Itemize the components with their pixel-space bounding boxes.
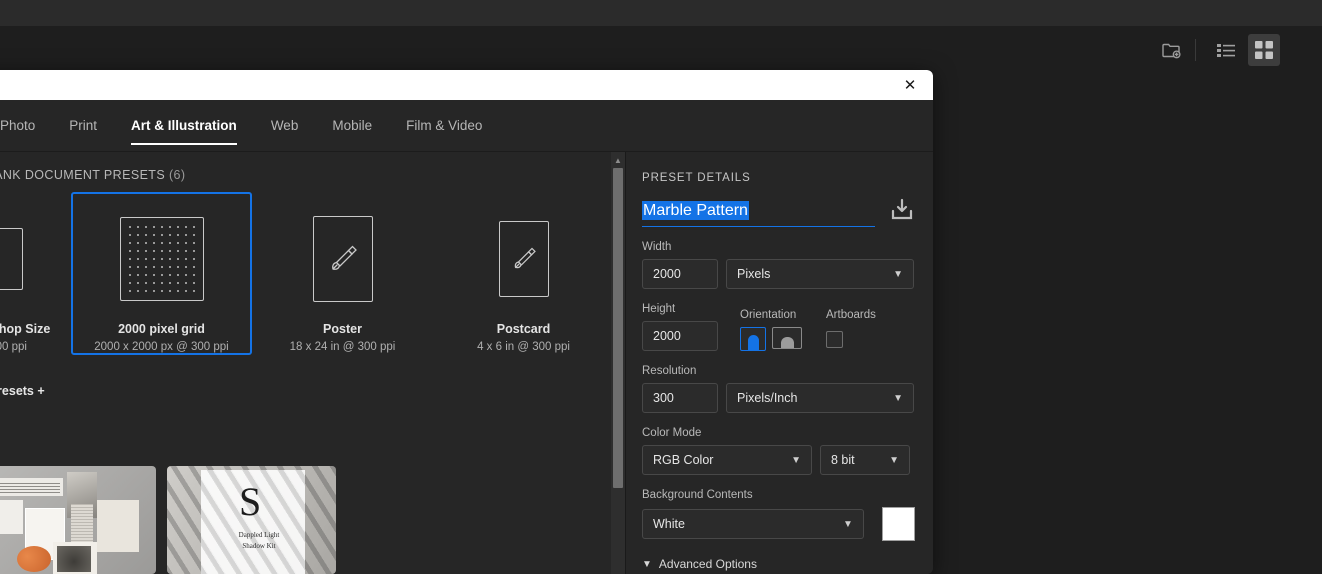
preset-card-default-photoshop-size[interactable]: Default Photoshop Size 7 x 5 in @ 300 pp… <box>0 192 71 355</box>
save-preset-icon[interactable] <box>889 198 915 224</box>
preset-card-2000-pixel-grid[interactable]: 2000 pixel grid 2000 x 2000 px @ 300 ppi <box>71 192 252 355</box>
background-contents-value: White <box>653 517 685 531</box>
app-title-bar <box>0 0 1322 26</box>
resolution-input[interactable] <box>642 383 718 413</box>
new-document-dialog: ✕ Photo Print Art & Illustration Web Mob… <box>0 70 933 574</box>
dialog-content: BLANK DOCUMENT PRESETS (6) <box>0 152 933 574</box>
template-thumbnail-4[interactable]: S Dappled Light Shadow Kit <box>167 466 336 574</box>
preset-name: 2000 pixel grid <box>118 322 205 336</box>
background-color-swatch[interactable] <box>882 507 915 541</box>
tab-print[interactable]: Print <box>69 100 97 152</box>
toolbar-divider <box>1195 39 1196 61</box>
preset-name-input[interactable]: Marble Pattern <box>642 201 749 220</box>
preset-spec: 18 x 24 in @ 300 ppi <box>290 341 396 353</box>
paintbrush-icon <box>482 208 566 310</box>
tab-art-illustration[interactable]: Art & Illustration <box>131 100 237 152</box>
color-mode-select[interactable]: RGB Color ▼ <box>642 445 812 475</box>
height-input[interactable] <box>642 321 718 351</box>
width-unit-select[interactable]: Pixels ▼ <box>726 259 914 289</box>
width-label: Width <box>642 241 915 253</box>
preset-name: Default Photoshop Size <box>0 322 50 336</box>
list-view-icon[interactable] <box>1210 34 1242 66</box>
width-input[interactable] <box>642 259 718 289</box>
resolution-group: Resolution Pixels/Inch ▼ <box>642 365 915 413</box>
document-icon <box>0 208 23 310</box>
preset-details-pane: PRESET DETAILS Marble Pattern Width <box>625 152 933 574</box>
tab-web[interactable]: Web <box>271 100 299 152</box>
orientation-label: Orientation <box>740 309 802 321</box>
template-thumbnail-3[interactable] <box>0 466 156 574</box>
background-contents-select[interactable]: White ▼ <box>642 509 864 539</box>
scrollbar-thumb[interactable] <box>613 168 623 488</box>
grid-view-icon[interactable] <box>1248 34 1280 66</box>
resolution-unit-value: Pixels/Inch <box>737 391 797 405</box>
presets-scrollbar[interactable]: ▲ <box>611 152 625 574</box>
chevron-down-icon: ▼ <box>642 559 652 570</box>
presets-heading: BLANK DOCUMENT PRESETS (6) <box>0 168 185 182</box>
artboards-label: Artboards <box>826 309 876 321</box>
screen-root: ✕ Photo Print Art & Illustration Web Mob… <box>0 0 1322 574</box>
category-tabs: Photo Print Art & Illustration Web Mobil… <box>0 100 933 152</box>
paintbrush-icon <box>301 208 385 310</box>
orientation-landscape-button[interactable] <box>772 327 802 349</box>
advanced-options-toggle[interactable]: ▼ Advanced Options <box>642 557 915 571</box>
chevron-down-icon: ▼ <box>791 455 801 466</box>
preset-name: Postcard <box>497 322 551 336</box>
preset-details-title: PRESET DETAILS <box>642 172 915 184</box>
advanced-options-label: Advanced Options <box>659 557 757 571</box>
template-thumbnail-strip: S Dappled Light Shadow Kit <box>0 462 625 574</box>
preset-card-row: Default Photoshop Size 7 x 5 in @ 300 pp… <box>0 192 614 355</box>
scroll-up-arrow-icon[interactable]: ▲ <box>611 154 625 166</box>
color-mode-group: Color Mode RGB Color ▼ 8 bit ▼ <box>642 427 915 475</box>
preset-spec: 4 x 6 in @ 300 ppi <box>477 341 570 353</box>
view-toolbar <box>1149 34 1280 66</box>
background-contents-group: Background Contents White ▼ <box>642 489 915 541</box>
chevron-down-icon: ▼ <box>893 393 903 404</box>
template-caption: Dappled Light Shadow Kit <box>227 530 291 551</box>
orientation-portrait-button[interactable] <box>740 327 766 351</box>
background-contents-label: Background Contents <box>642 489 915 501</box>
color-mode-value: RGB Color <box>653 453 713 467</box>
artboards-checkbox[interactable] <box>826 331 843 348</box>
height-orientation-group: Height Orientation Artboards <box>642 303 915 351</box>
new-folder-icon[interactable] <box>1155 34 1187 66</box>
chevron-down-icon: ▼ <box>843 519 853 530</box>
chevron-down-icon: ▼ <box>889 455 899 466</box>
resolution-unit-select[interactable]: Pixels/Inch ▼ <box>726 383 914 413</box>
presets-pane: BLANK DOCUMENT PRESETS (6) <box>0 152 625 574</box>
bit-depth-select[interactable]: 8 bit ▼ <box>820 445 910 475</box>
height-label: Height <box>642 303 718 315</box>
tab-mobile[interactable]: Mobile <box>332 100 372 152</box>
view-all-presets-link[interactable]: View All Presets + <box>0 384 45 398</box>
orientation-group: Orientation <box>740 309 802 351</box>
chevron-down-icon: ▼ <box>893 269 903 280</box>
width-unit-value: Pixels <box>737 267 770 281</box>
resolution-label: Resolution <box>642 365 915 377</box>
preset-card-poster[interactable]: Poster 18 x 24 in @ 300 ppi <box>252 192 433 355</box>
width-group: Width Pixels ▼ <box>642 241 915 289</box>
pixel-grid-icon <box>120 208 204 310</box>
presets-count: (6) <box>169 168 185 182</box>
preset-name-row: Marble Pattern <box>642 202 915 227</box>
tab-film-video[interactable]: Film & Video <box>406 100 482 152</box>
preset-spec: 7 x 5 in @ 300 ppi <box>0 341 27 353</box>
bit-depth-value: 8 bit <box>831 453 855 467</box>
color-mode-label: Color Mode <box>642 427 915 439</box>
preset-spec: 2000 x 2000 px @ 300 ppi <box>94 341 228 353</box>
tab-photo[interactable]: Photo <box>0 100 35 152</box>
presets-heading-text: BLANK DOCUMENT PRESETS <box>0 168 165 182</box>
close-icon[interactable]: ✕ <box>895 70 925 100</box>
dialog-header: ✕ <box>0 70 933 100</box>
preset-name: Poster <box>323 322 362 336</box>
preset-card-postcard[interactable]: Postcard 4 x 6 in @ 300 ppi <box>433 192 614 355</box>
artboards-group: Artboards <box>826 309 876 351</box>
